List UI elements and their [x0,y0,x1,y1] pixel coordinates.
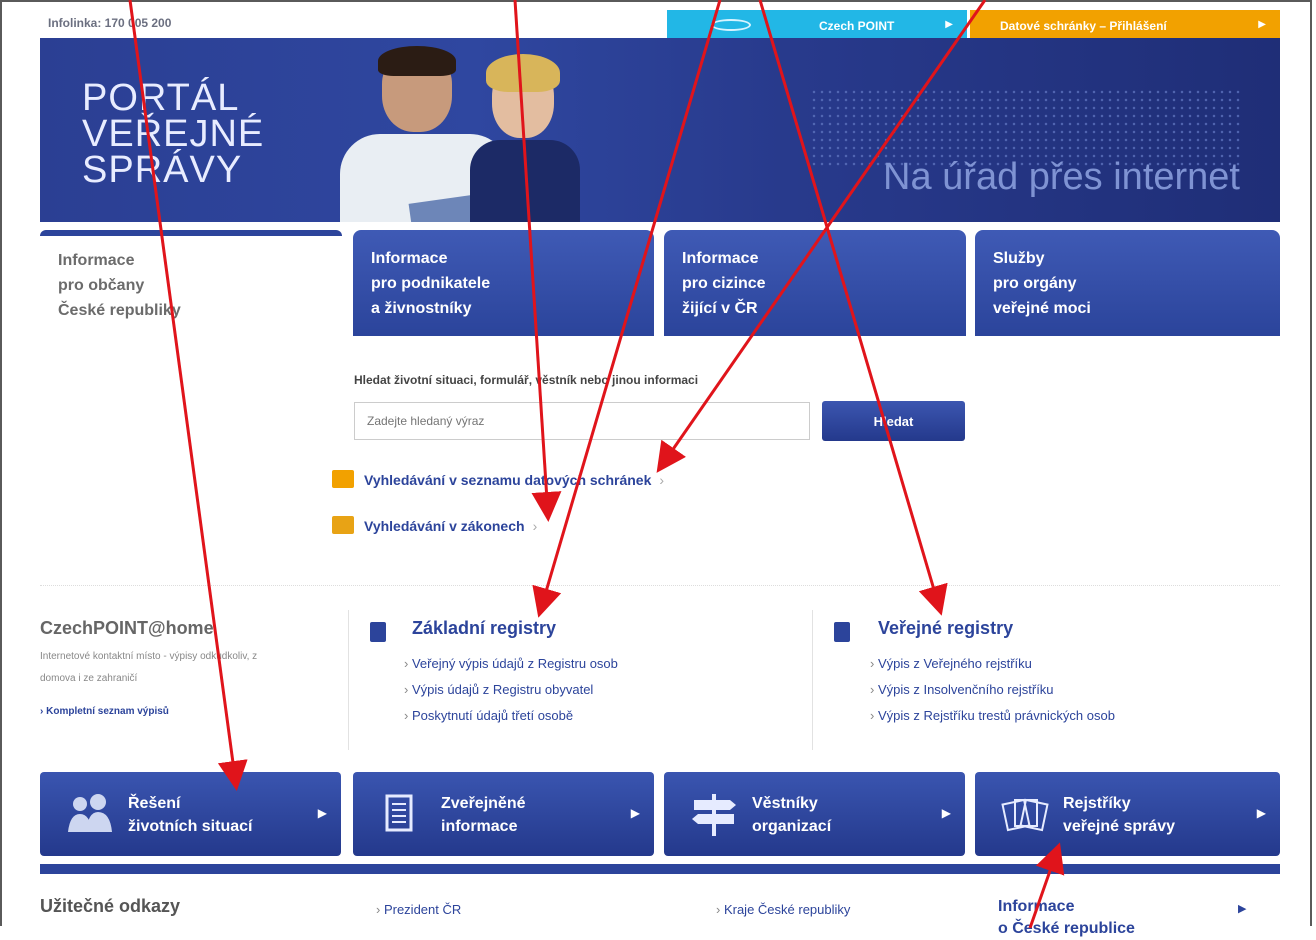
label-line: Informace [998,898,1075,915]
list-item-link[interactable]: Výpis z Insolvenčního rejstříku [870,677,1115,703]
triangle-right-icon: ▶ [1256,806,1266,820]
button-label: Zveřejněné informace [441,792,525,838]
datove-schranky-login-button[interactable]: Datové schránky – Přihlášení ▶ [970,10,1280,40]
useful-links-title: Užitečné odkazy [40,896,181,916]
rejstriky-verejne-spravy-button[interactable]: Rejstříky veřejné správy ▶ [975,772,1280,856]
tab-label: České republiky [58,302,181,319]
triangle-right-icon: ▶ [317,806,327,820]
czechpoint-home-description: Internetové kontaktní místo - výpisy odk… [40,651,258,684]
tab-label: veřejné moci [993,300,1091,317]
tab-label: pro cizince [682,275,766,292]
czechpoint-button[interactable]: Czech POINT ▶ [667,10,967,40]
zivotni-situace-button[interactable]: Řešení životních situací ▶ [40,772,341,856]
label-line: životních situací [128,818,253,835]
banner-photo-woman [460,48,580,222]
datove-schranky-search-link[interactable]: Vyhledávání v seznamu datových schránek › [332,470,664,488]
tab-label: Informace [58,252,135,269]
section-divider [40,585,1280,586]
link-label: Vyhledávání v zákonech [364,518,525,534]
datove-schranky-label: Datové schránky – Přihlášení [1000,19,1167,33]
tab-label: pro podnikatele [371,275,491,292]
label-line: Rejstříky [1063,795,1131,812]
document-icon [385,794,413,832]
signpost-icon [692,794,736,836]
chevron-right-icon: › [532,518,538,534]
building-icon [332,516,354,534]
verejne-registry-list: Výpis z Veřejného rejstříku Výpis z Inso… [870,651,1115,729]
search-input[interactable] [354,402,810,440]
tab-label: Služby [993,250,1045,267]
triangle-right-icon: ▶ [945,19,953,30]
tab-cizinci[interactable]: Informace pro cizince žijící v ČR [664,230,966,336]
triangle-right-icon: ▶ [1238,903,1247,915]
title-line: VEŘEJNÉ [82,113,265,155]
tab-podnikatele[interactable]: Informace pro podnikatele a živnostníky [353,230,654,336]
chevron-right-icon: › [659,472,665,488]
registry-icon [370,622,386,642]
zakony-search-link[interactable]: Vyhledávání v zákonech › [332,516,537,534]
zverejnene-informace-button[interactable]: Zveřejněné informace ▶ [353,772,654,856]
triangle-right-icon: ▶ [941,806,951,820]
czechpoint-logo-icon [711,19,751,31]
portal-page: Infolinka: 170 005 200 Czech POINT ▶ Dat… [40,0,1280,937]
divider-band [40,864,1280,874]
label-line: Věstníky [752,795,818,812]
triangle-right-icon: ▶ [1258,19,1266,30]
tab-label: Informace [371,250,448,267]
tab-organy-verejne-moci[interactable]: Služby pro orgány veřejné moci [975,230,1280,336]
vestniky-organizaci-button[interactable]: Věstníky organizací ▶ [664,772,965,856]
people-icon [68,794,112,832]
list-item-link[interactable]: Výpis z Rejstříku trestů právnických oso… [870,703,1115,729]
triangle-right-icon: ▶ [630,806,640,820]
title-line: PORTÁL [82,77,240,119]
papers-icon [1001,798,1049,832]
search-label: Hledat životní situaci, formulář, věstní… [354,373,699,387]
czechpoint-home-list-link[interactable]: › Kompletní seznam výpisů [40,706,169,717]
portal-logo-title[interactable]: PORTÁL VEŘEJNÉ SPRÁVY [82,77,265,191]
button-label: Věstníky organizací [752,792,831,838]
column-divider [348,610,349,750]
header-banner: PORTÁL VEŘEJNÉ SPRÁVY Na úřad přes inter… [40,38,1280,222]
zakladni-registry-list: Veřejný výpis údajů z Registru osob Výpi… [404,651,618,729]
list-item-link[interactable]: Veřejný výpis údajů z Registru osob [404,651,618,677]
mailbox-icon [332,470,354,488]
title-line: SPRÁVY [82,149,243,191]
infolink-text: Infolinka: 170 005 200 [48,16,172,30]
list-item-link[interactable]: Výpis z Veřejného rejstříku [870,651,1115,677]
czechpoint-home-title[interactable]: CzechPOINT@home [40,618,214,639]
tab-obcane[interactable]: Informace pro občany České republiky [40,230,342,336]
footer-link[interactable]: Prezident ČR [376,902,461,917]
tab-label: žijící v ČR [682,300,758,317]
label-line: organizací [752,818,832,835]
list-item-link[interactable]: Poskytnutí údajů třetí osobě [404,703,618,729]
label-line: veřejné správy [1063,818,1176,835]
label-line: Zveřejněné [441,795,526,812]
registry-book-icon [834,622,850,642]
top-bar: Infolinka: 170 005 200 Czech POINT ▶ Dat… [40,6,1280,40]
czechpoint-label: Czech POINT [819,19,895,33]
button-label: Rejstříky veřejné správy [1063,792,1175,838]
column-divider [812,610,813,750]
tab-label: pro orgány [993,275,1077,292]
search-button[interactable]: Hledat [822,401,965,441]
label-line: informace [441,818,518,835]
banner-tagline: Na úřad přes internet [883,156,1240,198]
tab-label: a živnostníky [371,300,472,317]
label-line: Řešení [128,795,181,812]
link-label: Vyhledávání v seznamu datových schránek [364,472,652,488]
footer-link[interactable]: Kraje České republiky [716,902,850,917]
tab-label: pro občany [58,277,145,294]
informace-o-cr-link[interactable]: Informace o České republice ▶ [998,896,1246,940]
zakladni-registry-title[interactable]: Základní registry [412,618,556,639]
button-label: Řešení životních situací [128,792,252,838]
tab-label: Informace [682,250,759,267]
verejne-registry-title[interactable]: Veřejné registry [878,618,1013,639]
list-item-link[interactable]: Výpis údajů z Registru obyvatel [404,677,618,703]
label-line: o České republice [998,920,1135,937]
